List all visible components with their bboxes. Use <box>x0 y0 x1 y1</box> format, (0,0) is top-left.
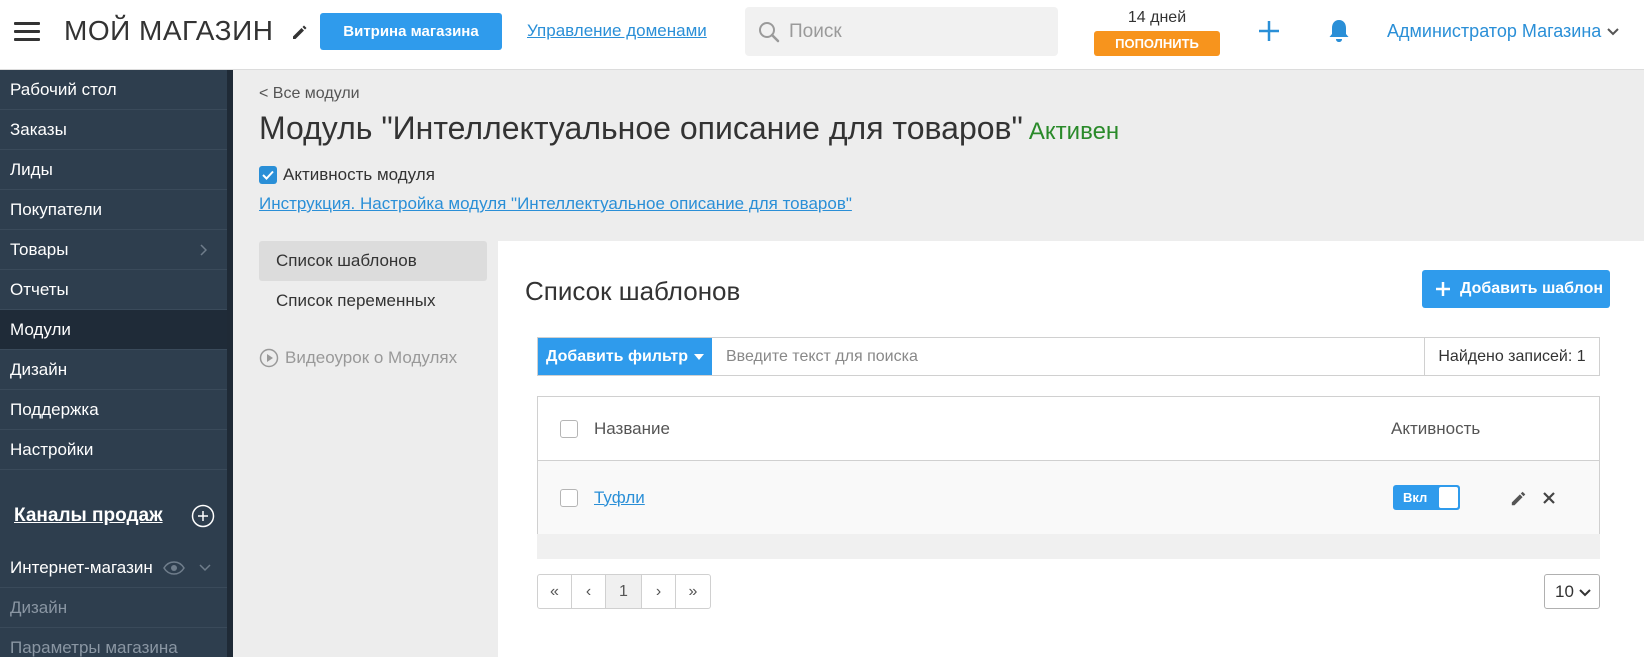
sidebar-channel-label: Интернет-магазин <box>10 557 153 577</box>
menu-item-templates[interactable]: Список шаблонов <box>259 241 487 281</box>
top-header: МОЙ МАГАЗИН Витрина магазина Управление … <box>0 0 1644 70</box>
video-link-label: Видеоурок о Модулях <box>285 348 458 367</box>
instruction-link[interactable]: Инструкция. Настройка модуля "Интеллекту… <box>259 194 852 214</box>
sidebar-item-modules[interactable]: Модули <box>0 310 227 350</box>
sidebar-item-design[interactable]: Дизайн <box>0 350 227 390</box>
column-header-name[interactable]: Название <box>594 419 670 439</box>
pager-prev[interactable]: ‹ <box>572 575 606 608</box>
sidebar-item-label: Рабочий стол <box>10 79 117 99</box>
sidebar-channel-online-store[interactable]: Интернет-магазин <box>0 548 227 588</box>
add-filter-label: Добавить фильтр <box>546 347 688 365</box>
active-toggle[interactable]: Вкл <box>1393 485 1460 510</box>
sidebar-channel-design[interactable]: Дизайн <box>0 588 227 628</box>
search-box[interactable] <box>745 7 1058 56</box>
sidebar-channel-label: Параметры магазина <box>10 637 178 657</box>
eye-icon[interactable] <box>163 561 185 575</box>
add-filter-button[interactable]: Добавить фильтр <box>538 338 712 375</box>
sidebar-channel-label: Дизайн <box>10 597 68 617</box>
page-size-select[interactable]: 10 <box>1544 574 1600 609</box>
records-found: Найдено записей: 1 <box>1424 338 1599 375</box>
days-left: 14 дней <box>1127 9 1187 26</box>
sidebar-channel-store-params[interactable]: Параметры магазина <box>0 628 227 657</box>
toggle-label: Вкл <box>1403 490 1428 505</box>
sidebar-item-label: Дизайн <box>10 359 68 379</box>
table-row: Туфли Вкл <box>538 461 1599 534</box>
edit-pencil-icon[interactable] <box>1510 489 1528 507</box>
table-header: Название Активность <box>538 397 1599 461</box>
select-all-checkbox[interactable] <box>560 419 578 438</box>
domains-link[interactable]: Управление доменами <box>527 21 707 41</box>
caret-down-icon <box>693 353 704 360</box>
play-circle-icon <box>259 348 279 368</box>
sidebar-item-label: Лиды <box>10 159 53 179</box>
menu-item-label: Список переменных <box>276 291 436 310</box>
page-title: Модуль "Интеллектуальное описание для то… <box>259 110 1119 147</box>
add-template-label: Добавить шаблон <box>1460 280 1604 297</box>
checkbox-checked-icon[interactable] <box>259 166 277 184</box>
page-size-value: 10 <box>1555 581 1574 601</box>
hamburger-menu-icon[interactable] <box>14 22 40 42</box>
add-template-button[interactable]: Добавить шаблон <box>1422 270 1610 308</box>
sidebar: Рабочий стол Заказы Лиды Покупатели Това… <box>0 70 233 657</box>
video-tutorial-link[interactable]: Видеоурок о Модулях <box>259 348 457 368</box>
sidebar-item-label: Настройки <box>10 439 94 459</box>
column-header-active[interactable]: Активность <box>1391 419 1480 439</box>
close-icon[interactable] <box>1542 491 1556 505</box>
pager-page-1[interactable]: 1 <box>606 575 642 608</box>
topup-button[interactable]: ПОПОЛНИТЬ <box>1094 31 1220 56</box>
plus-icon[interactable] <box>1257 19 1281 43</box>
pager-last[interactable]: » <box>676 575 710 608</box>
search-input[interactable] <box>789 20 1039 43</box>
sidebar-item-label: Товары <box>10 239 69 259</box>
filter-bar: Добавить фильтр Найдено записей: 1 <box>537 337 1600 376</box>
sidebar-item-support[interactable]: Поддержка <box>0 390 227 430</box>
sidebar-item-settings[interactable]: Настройки <box>0 430 227 470</box>
search-icon <box>759 21 780 42</box>
storefront-button[interactable]: Витрина магазина <box>320 13 502 50</box>
pager-next[interactable]: › <box>642 575 676 608</box>
plus-icon <box>1436 282 1450 296</box>
page-title-text: Модуль "Интеллектуальное описание для то… <box>259 110 1023 146</box>
pagination: « ‹ 1 › » <box>537 574 711 609</box>
sidebar-item-leads[interactable]: Лиды <box>0 150 227 190</box>
add-circle-icon[interactable] <box>191 504 215 528</box>
sidebar-item-reports[interactable]: Отчеты <box>0 270 227 310</box>
template-name-link[interactable]: Туфли <box>594 488 645 508</box>
templates-panel: Список шаблонов Добавить шаблон Добавить… <box>498 241 1644 657</box>
pager-first[interactable]: « <box>538 575 572 608</box>
module-left-menu: Список шаблонов Список переменных <box>259 241 487 321</box>
breadcrumb[interactable]: < Все модули <box>259 85 360 103</box>
sidebar-item-label: Заказы <box>10 119 67 139</box>
sidebar-item-dashboard[interactable]: Рабочий стол <box>0 70 227 110</box>
toggle-knob <box>1439 487 1458 508</box>
admin-menu[interactable]: Администратор Магазина <box>1387 21 1620 42</box>
edit-pencil-icon[interactable] <box>290 22 310 42</box>
menu-item-label: Список шаблонов <box>276 251 417 270</box>
admin-name: Администратор Магазина <box>1387 21 1602 41</box>
menu-item-variables[interactable]: Список переменных <box>259 281 487 321</box>
panel-title: Список шаблонов <box>525 276 741 306</box>
bell-icon[interactable] <box>1327 18 1351 44</box>
store-logo[interactable]: МОЙ МАГАЗИН <box>64 15 273 47</box>
sidebar-item-orders[interactable]: Заказы <box>0 110 227 150</box>
row-checkbox[interactable] <box>560 488 578 507</box>
sidebar-item-customers[interactable]: Покупатели <box>0 190 227 230</box>
table-footer <box>537 534 1600 559</box>
chevron-down-icon <box>1607 27 1620 35</box>
sidebar-item-label: Отчеты <box>10 279 69 299</box>
sidebar-item-label: Покупатели <box>10 199 102 219</box>
module-activity-checkbox[interactable]: Активность модуля <box>259 165 435 185</box>
chevron-down-icon <box>1579 589 1591 597</box>
chevron-down-icon[interactable] <box>199 564 211 572</box>
sidebar-item-label: Поддержка <box>10 399 99 419</box>
filter-search-input[interactable] <box>712 338 1424 375</box>
chevron-right-icon <box>200 244 207 256</box>
sales-channels-heading[interactable]: Каналы продаж <box>0 483 227 548</box>
module-activity-label: Активность модуля <box>283 165 435 184</box>
templates-table: Название Активность Туфли Вкл <box>537 396 1600 535</box>
status-badge: Активен <box>1028 118 1120 145</box>
sales-channels-label: Каналы продаж <box>14 504 163 526</box>
sidebar-item-label: Модули <box>10 319 71 339</box>
sidebar-item-products[interactable]: Товары <box>0 230 227 270</box>
